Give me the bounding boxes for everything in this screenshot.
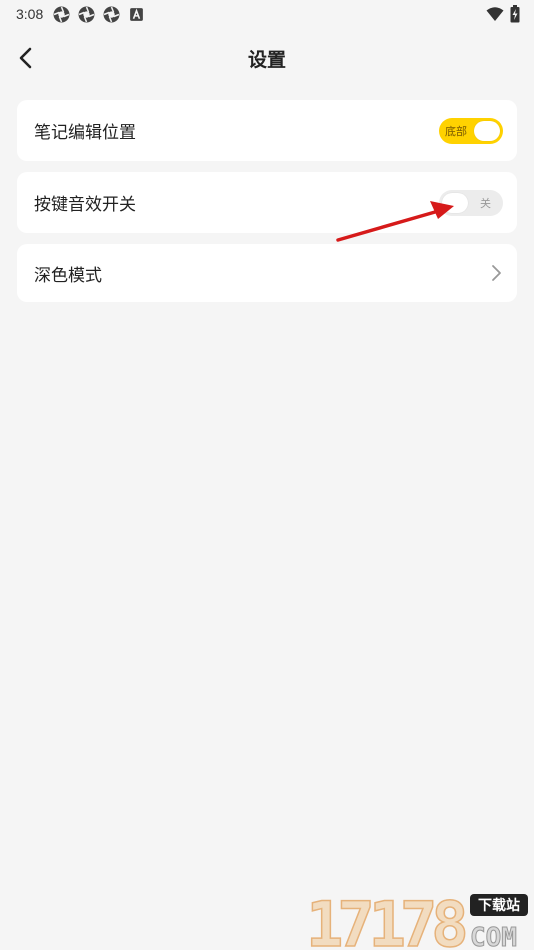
setting-label: 深色模式 xyxy=(34,265,102,286)
toggle-state-text: 底部 xyxy=(445,124,467,138)
setting-control xyxy=(489,264,503,282)
aperture-icon xyxy=(53,6,70,22)
app-header: 设置 xyxy=(0,36,534,80)
battery-charging-icon xyxy=(510,5,520,23)
watermark-logo: 17178 下载站 COM xyxy=(305,890,528,950)
a-badge-icon xyxy=(130,7,144,21)
status-right xyxy=(486,5,520,23)
status-bar: 3:08 xyxy=(0,0,534,28)
status-time: 3:08 xyxy=(16,6,44,22)
watermark-badge: 下载站 xyxy=(478,897,520,914)
setting-row-dark-mode[interactable]: 深色模式 xyxy=(17,244,517,302)
setting-control: 底部 xyxy=(439,117,503,144)
aperture-icon xyxy=(103,6,120,22)
setting-row-note-edit-position[interactable]: 笔记编辑位置 底部 xyxy=(17,100,517,161)
wifi-icon xyxy=(486,7,504,21)
chevron-left-icon xyxy=(19,47,32,69)
toggle-knob xyxy=(474,120,500,141)
watermark-domain: COM xyxy=(470,923,517,950)
settings-screen: 3:08 设置 笔记编辑位置 底部 按键音效开关 关 深色模式 17178 下载… xyxy=(0,0,534,950)
annotation-arrow-icon xyxy=(336,201,454,242)
setting-label: 笔记编辑位置 xyxy=(34,123,136,143)
chevron-right-icon xyxy=(492,265,501,281)
setting-label: 按键音效开关 xyxy=(34,195,136,215)
back-button[interactable] xyxy=(12,44,40,72)
page-title: 设置 xyxy=(247,48,286,71)
toggle-state-text: 关 xyxy=(480,196,491,210)
watermark-number: 17178 xyxy=(306,890,465,950)
aperture-icon xyxy=(78,6,95,22)
note-position-toggle[interactable]: 底部 xyxy=(439,117,503,144)
